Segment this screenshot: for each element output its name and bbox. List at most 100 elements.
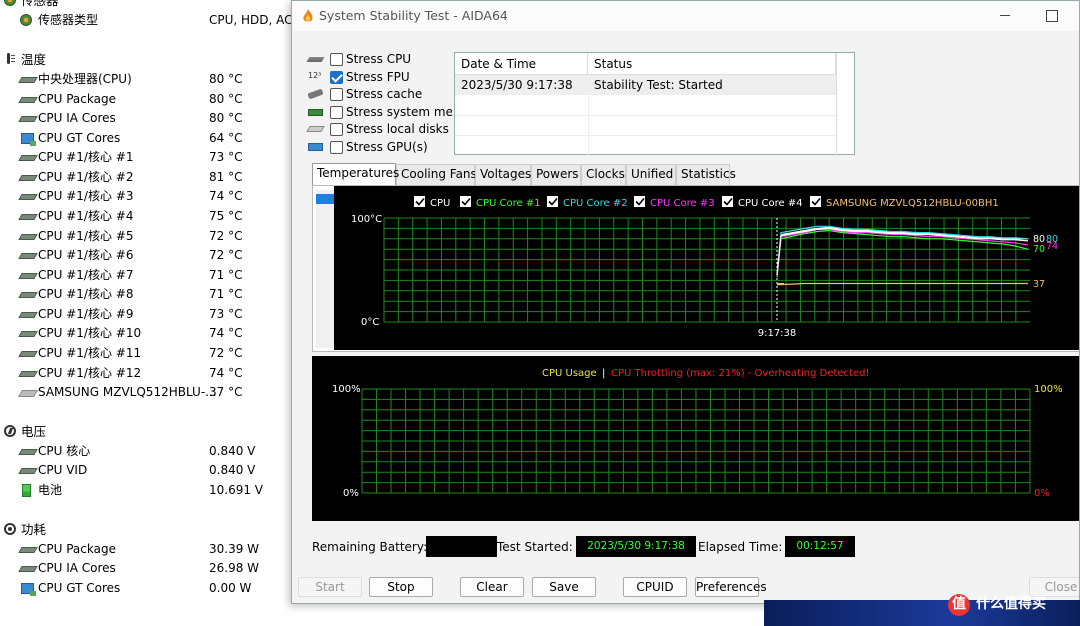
table-cell-status[interactable]: Stability Test: Started [588, 75, 836, 95]
sensor-selector-list[interactable] [316, 190, 336, 348]
tab-cooling-fans[interactable]: Cooling Fans [396, 164, 477, 185]
sensor-value: 74 °C [209, 189, 243, 203]
sensor-label: 功耗 [21, 522, 47, 537]
stress-option-label: Stress system memory [346, 104, 452, 119]
temperature-chart: CPU CPU Core #1 CPU Core #2 CPU Core #3 CPU … [334, 186, 1079, 350]
legend-item[interactable]: CPU Core #1 [460, 196, 541, 209]
sensor-row[interactable]: CPU #1/核心 #1 73 °C [0, 148, 300, 167]
legend-checkbox[interactable] [414, 196, 425, 207]
fpu-icon: 12³ [308, 70, 322, 80]
legend-item[interactable]: CPU Core #2 [547, 196, 628, 209]
checkbox[interactable] [330, 141, 343, 154]
sensor-row[interactable]: CPU Package 30.39 W [0, 540, 300, 559]
sensor-row[interactable]: SAMSUNG MZVLQ512HBLU-... 37 °C [0, 383, 300, 402]
sensor-label: CPU IA Cores [38, 111, 116, 125]
save-button[interactable]: Save [532, 577, 596, 597]
remaining-battery-value [426, 536, 497, 557]
sensor-row[interactable]: CPU 核心 0.840 V [0, 442, 300, 461]
checkbox[interactable] [330, 88, 343, 102]
memory-icon [308, 108, 323, 116]
sensor-group-header[interactable]: 功耗 [0, 520, 300, 539]
sensor-label: 传感器 [21, 0, 59, 8]
thermometer-icon [5, 53, 15, 65]
stress-option-label: Stress local disks [346, 122, 449, 137]
legend-label: CPU Core #1 [476, 198, 541, 209]
sensor-label: 传感器类型 [38, 13, 99, 27]
legend-item[interactable]: CPU Core #4 [722, 196, 803, 209]
sensor-row[interactable]: CPU IA Cores 80 °C [0, 109, 300, 128]
sensor-row[interactable]: CPU #1/核心 #8 71 °C [0, 285, 300, 304]
tab-voltages[interactable]: Voltages [475, 164, 531, 185]
sensor-row[interactable]: CPU #1/核心 #2 81 °C [0, 168, 300, 187]
maximize-button[interactable] [1028, 1, 1074, 31]
sensor-row[interactable]: CPU #1/核心 #7 71 °C [0, 266, 300, 285]
sensor-row[interactable]: CPU #1/核心 #10 74 °C [0, 324, 300, 343]
tab-temperatures[interactable]: Temperatures [312, 163, 399, 185]
legend-checkbox[interactable] [722, 196, 733, 207]
cpu-chip-icon [20, 446, 34, 457]
legend-checkbox[interactable] [460, 196, 471, 207]
minimize-button[interactable] [982, 1, 1028, 31]
sensor-value: 71 °C [209, 268, 243, 282]
legend-checkbox[interactable] [634, 196, 645, 207]
sensor-row[interactable]: CPU GT Cores 64 °C [0, 129, 300, 148]
table-header-date-time[interactable]: Date & Time [455, 53, 588, 75]
sensor-row[interactable]: CPU #1/核心 #12 74 °C [0, 364, 300, 383]
sensor-row[interactable]: 电池 10.691 V [0, 481, 300, 500]
sensor-value: 74 °C [209, 326, 243, 340]
table-header-status[interactable]: Status [588, 53, 836, 75]
disk-icon [20, 387, 34, 398]
aida64-flame-icon [303, 9, 313, 22]
table-cell-date-time[interactable]: 2023/5/30 9:17:38 [455, 75, 588, 95]
cpu-chip-icon [20, 289, 34, 300]
start-button[interactable]: Start [298, 577, 362, 597]
tab-powers[interactable]: Powers [531, 164, 581, 185]
sensor-value: 71 °C [209, 287, 243, 301]
checkbox[interactable] [330, 53, 343, 66]
tab-statistics[interactable]: Statistics [676, 164, 736, 185]
sensor-group-header[interactable]: 电压 [0, 422, 300, 441]
tab-clocks[interactable]: Clocks [581, 164, 626, 185]
cpu-chip-icon [20, 94, 34, 105]
sensor-row[interactable]: CPU #1/核心 #6 72 °C [0, 246, 300, 265]
sensor-label: SAMSUNG MZVLQ512HBLU-... [38, 385, 217, 399]
checkbox[interactable] [330, 123, 343, 137]
sensor-row[interactable]: CPU #1/核心 #5 72 °C [0, 227, 300, 246]
checkbox[interactable] [330, 105, 343, 119]
sensor-group-header[interactable]: 温度 [0, 50, 300, 69]
sensor-row[interactable]: CPU IA Cores 26.98 W [0, 559, 300, 578]
sensor-row[interactable]: CPU #1/核心 #4 75 °C [0, 207, 300, 226]
sensor-row[interactable]: CPU Package 80 °C [0, 90, 300, 109]
sensor-row[interactable]: CPU #1/核心 #9 73 °C [0, 305, 300, 324]
current-value-label: 37 [1033, 279, 1045, 290]
tab-unified[interactable]: Unified [626, 164, 676, 185]
y-axis-top-label: 100°C [351, 214, 382, 225]
sensor-row[interactable]: CPU #1/核心 #11 72 °C [0, 344, 300, 363]
sensor-row[interactable]: CPU VID 0.840 V [0, 461, 300, 480]
sensor-label: CPU #1/核心 #12 [38, 366, 142, 380]
sensor-label: CPU #1/核心 #11 [38, 346, 142, 360]
sensor-row[interactable]: 传感器类型 CPU, HDD, ACP [0, 11, 300, 30]
sensor-row[interactable]: 中央处理器(CPU) 80 °C [0, 70, 300, 89]
legend-item[interactable]: CPU Core #3 [634, 196, 715, 209]
sensor-label: CPU GT Cores [38, 581, 121, 595]
stop-button[interactable]: Stop [369, 577, 433, 597]
sensor-group-header[interactable]: 传感器 [0, 0, 300, 10]
checkbox[interactable] [330, 70, 343, 84]
sensor-row[interactable]: CPU GT Cores 0.00 W [0, 579, 300, 598]
clear-button[interactable]: Clear [460, 577, 524, 597]
sensor-row[interactable]: CPU #1/核心 #3 74 °C [0, 187, 300, 206]
preferences-button[interactable]: Preferences [695, 577, 767, 597]
legend-checkbox[interactable] [810, 196, 821, 207]
legend-checkbox[interactable] [547, 196, 558, 207]
legend-item[interactable]: SAMSUNG MZVLQ512HBLU-00BH1 [810, 196, 999, 209]
sensor-value: 73 °C [209, 307, 243, 321]
sensor-icon [4, 0, 16, 6]
status-table: Date & Time Status 2023/5/30 9:17:38 Sta… [454, 52, 855, 155]
legend-item[interactable]: CPU [414, 196, 450, 209]
sensor-value: 26.98 W [209, 561, 260, 575]
current-value-label: 74 [1046, 241, 1058, 252]
watermark-text: 什么值得买 [976, 596, 1046, 612]
title-bar[interactable]: System Stability Test - AIDA64 [292, 1, 1079, 31]
cpuid-button[interactable]: CPUID [623, 577, 687, 597]
